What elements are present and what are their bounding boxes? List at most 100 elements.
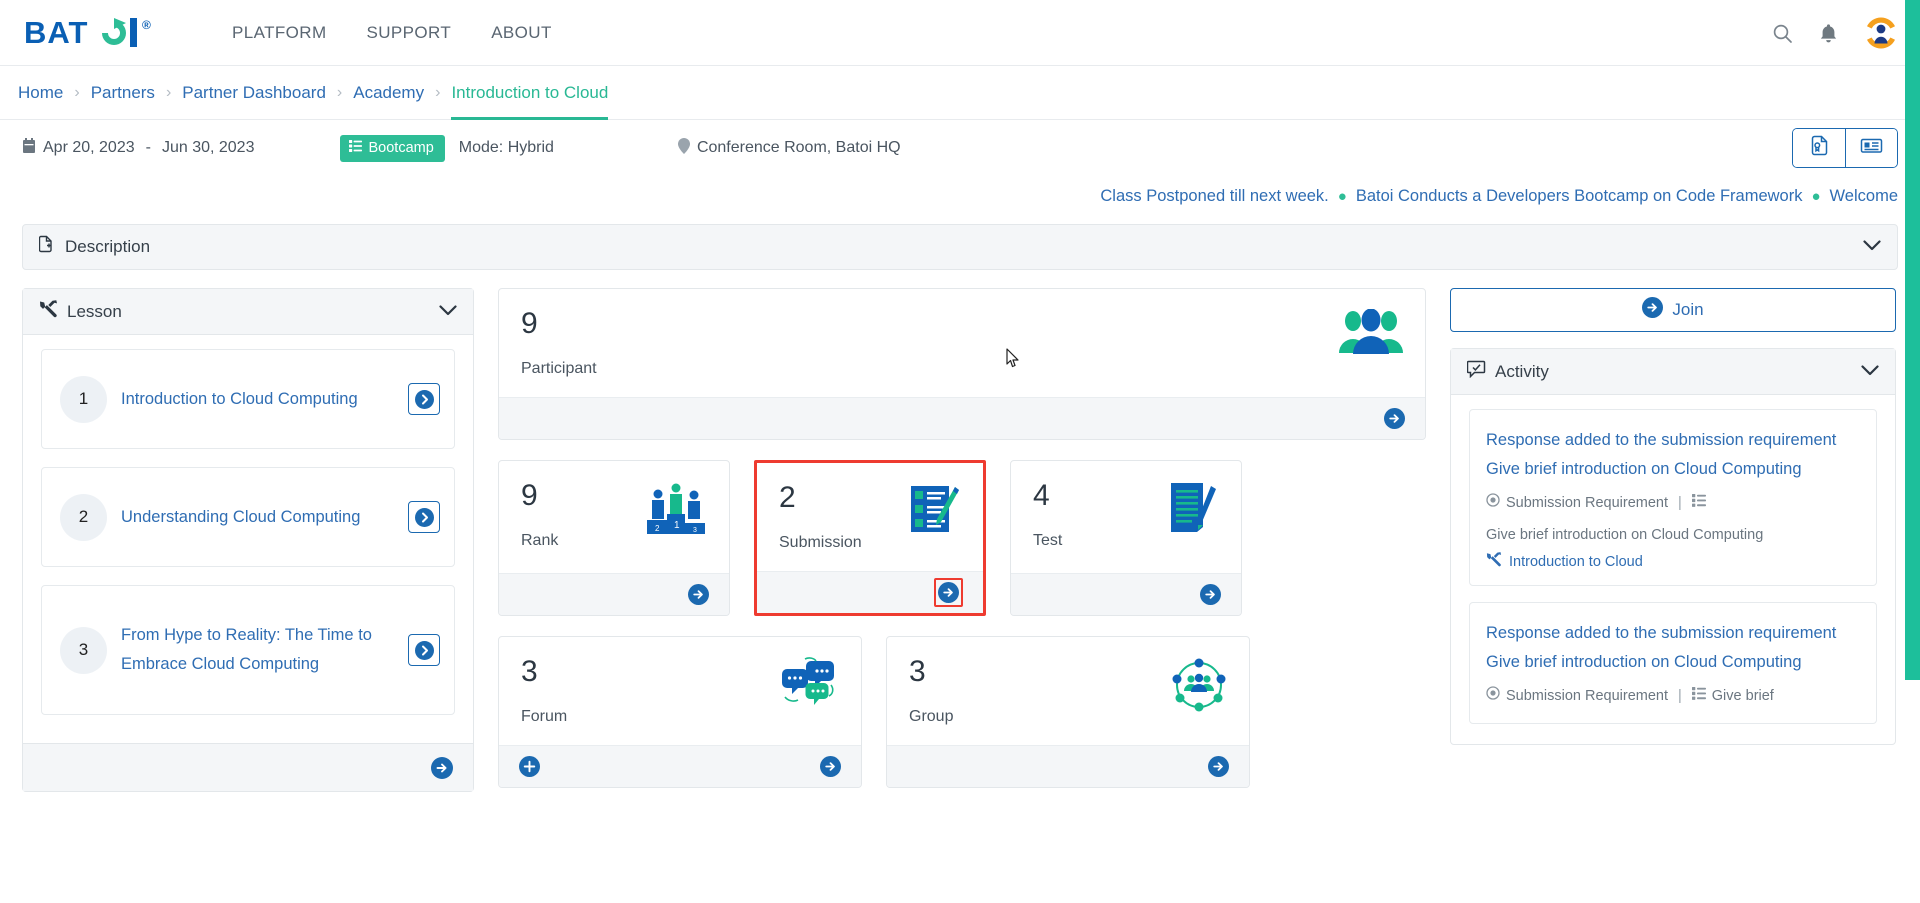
course-location-text: Conference Room, Batoi HQ [696, 139, 901, 156]
course-dates: Apr 20, 2023 - Jun 30, 2023 [22, 137, 255, 159]
stat-card-label: Group [909, 708, 954, 725]
breadcrumb-separator: › [165, 83, 172, 101]
stat-card-body: 2 Submission [757, 463, 983, 571]
podium-icon: 1 2 3 [645, 481, 707, 544]
nav-link-support[interactable]: SUPPORT [367, 23, 452, 43]
stat-card-rank[interactable]: 9 Rank 1 2 3 [498, 460, 730, 616]
breadcrumb-item-introduction-to-cloud[interactable]: Introduction to Cloud [451, 83, 608, 120]
radio-dot-icon [1486, 683, 1500, 709]
arrow-right-circle-icon[interactable] [1208, 756, 1229, 777]
batoi-logo[interactable]: BAT ® [24, 16, 184, 50]
group-network-icon [1171, 657, 1227, 718]
tools-icon [1486, 552, 1502, 571]
announcement-ticker: Class Postponed till next week. ● Batoi … [0, 176, 1920, 216]
certificate-button[interactable] [1793, 129, 1845, 167]
stat-card-submission[interactable]: 2 Submission [754, 460, 986, 616]
bell-icon[interactable] [1819, 23, 1838, 44]
breadcrumb-separator: › [74, 83, 80, 101]
stat-card-group[interactable]: 3 Group [886, 636, 1250, 788]
chevron-down-icon[interactable] [1861, 363, 1879, 381]
course-end-date: Jun 30, 2023 [161, 139, 255, 156]
svg-text:BAT: BAT [24, 16, 88, 50]
nav-right-actions [1772, 0, 1898, 66]
nav-link-platform[interactable]: PLATFORM [232, 23, 327, 43]
chevron-down-icon[interactable] [1863, 238, 1881, 256]
stat-card-participant[interactable]: 9 Participant [498, 288, 1426, 440]
lesson-panel-header[interactable]: Lesson [23, 289, 473, 335]
stat-card-label: Submission [779, 534, 862, 551]
list-item[interactable]: Response added to the submission require… [1469, 602, 1877, 724]
nav-link-about[interactable]: ABOUT [491, 23, 552, 43]
arrow-right-circle-icon[interactable] [1200, 584, 1221, 605]
stat-card-value: 4 [1033, 479, 1050, 512]
right-column: Join Activity Response added to the subm… [1450, 288, 1896, 745]
lesson-number: 3 [60, 626, 107, 674]
description-accordion[interactable]: Description [22, 224, 1898, 270]
stat-card-row-2: 9 Rank 1 2 3 2 Submission 4 Test [498, 460, 1426, 616]
main-content: Lesson 1 Introduction to Cloud Computing [0, 270, 1920, 808]
chevron-down-icon[interactable] [439, 303, 457, 321]
breadcrumb-item-home[interactable]: Home [18, 83, 63, 103]
avatar[interactable] [1864, 16, 1898, 50]
breadcrumb-item-partners[interactable]: Partners [91, 83, 155, 103]
lesson-title[interactable]: Introduction to Cloud Computing [121, 385, 398, 414]
list-item[interactable]: Response added to the submission require… [1469, 409, 1877, 586]
activity-title[interactable]: Response added to the submission require… [1486, 426, 1860, 484]
plus-circle-icon[interactable] [519, 756, 540, 777]
lesson-open-button[interactable] [408, 501, 440, 533]
ticker-item-3[interactable]: Welcome [1830, 187, 1898, 206]
arrow-right-circle-icon[interactable] [938, 582, 959, 603]
activity-meta: Submission Requirement | Give brief intr… [1486, 490, 1860, 548]
search-icon[interactable] [1772, 23, 1793, 44]
vertical-scrollbar[interactable] [1905, 0, 1920, 903]
breadcrumb-item-academy[interactable]: Academy [353, 83, 424, 103]
stat-card-value: 9 [521, 479, 538, 512]
breadcrumb-item-partner-dashboard[interactable]: Partner Dashboard [182, 83, 326, 103]
status-badge[interactable]: Bootcamp [340, 134, 445, 162]
stat-card-forum[interactable]: 3 Forum [498, 636, 862, 788]
stat-card-test[interactable]: 4 Test [1010, 460, 1242, 616]
activity-list: Response added to the submission require… [1451, 395, 1895, 744]
stat-card-body: 9 Rank 1 2 3 [499, 461, 729, 573]
top-navigation-bar: BAT ® PLATFORM SUPPORT ABOUT [0, 0, 1920, 66]
activity-meta-separator: | [1678, 495, 1682, 511]
breadcrumb: Home › Partners › Partner Dashboard › Ac… [0, 66, 1920, 120]
lesson-open-button[interactable] [408, 634, 440, 666]
breadcrumb-separator: › [435, 83, 441, 101]
arrow-right-circle-icon[interactable] [820, 756, 841, 777]
activity-course[interactable]: Introduction to Cloud [1486, 552, 1860, 571]
news-card-icon [1860, 136, 1883, 160]
activity-panel-title: Activity [1495, 361, 1549, 381]
ticker-dot-icon: ● [1337, 187, 1347, 205]
ticker-item-1[interactable]: Class Postponed till next week. [1100, 187, 1328, 206]
arrow-right-circle-icon[interactable] [1384, 408, 1405, 429]
meta-action-buttons [1792, 128, 1898, 168]
activity-title[interactable]: Response added to the submission require… [1486, 619, 1860, 677]
scrollbar-thumb[interactable] [1905, 0, 1920, 680]
stat-card-label: Participant [521, 360, 597, 377]
ticker-item-2[interactable]: Batoi Conducts a Developers Bootcamp on … [1356, 187, 1803, 206]
stat-card-label: Rank [521, 532, 559, 549]
list-item[interactable]: 2 Understanding Cloud Computing [41, 467, 455, 567]
stat-card-label: Test [1033, 532, 1063, 549]
join-button-label: Join [1672, 300, 1704, 319]
list-item[interactable]: 1 Introduction to Cloud Computing [41, 349, 455, 449]
description-title: Description [65, 237, 151, 256]
lesson-title[interactable]: From Hype to Reality: The Time to Embrac… [121, 621, 398, 679]
lesson-title[interactable]: Understanding Cloud Computing [121, 503, 398, 532]
lesson-number: 1 [60, 375, 107, 423]
stat-card-footer [757, 571, 983, 613]
news-card-button[interactable] [1845, 129, 1897, 167]
lesson-panel-title: Lesson [67, 301, 122, 321]
stat-card-footer [499, 397, 1425, 439]
activity-panel-header[interactable]: Activity [1451, 349, 1895, 395]
location-pin-icon [677, 137, 690, 159]
lesson-open-button[interactable] [408, 383, 440, 415]
stat-card-body: 3 Group [887, 637, 1249, 745]
list-item[interactable]: 3 From Hype to Reality: The Time to Embr… [41, 585, 455, 715]
arrow-right-circle-icon[interactable] [688, 584, 709, 605]
activity-comment-icon [1466, 360, 1486, 383]
join-button[interactable]: Join [1450, 288, 1896, 332]
arrow-right-circle-icon[interactable] [431, 756, 453, 779]
stat-card-body: 4 Test [1011, 461, 1241, 573]
